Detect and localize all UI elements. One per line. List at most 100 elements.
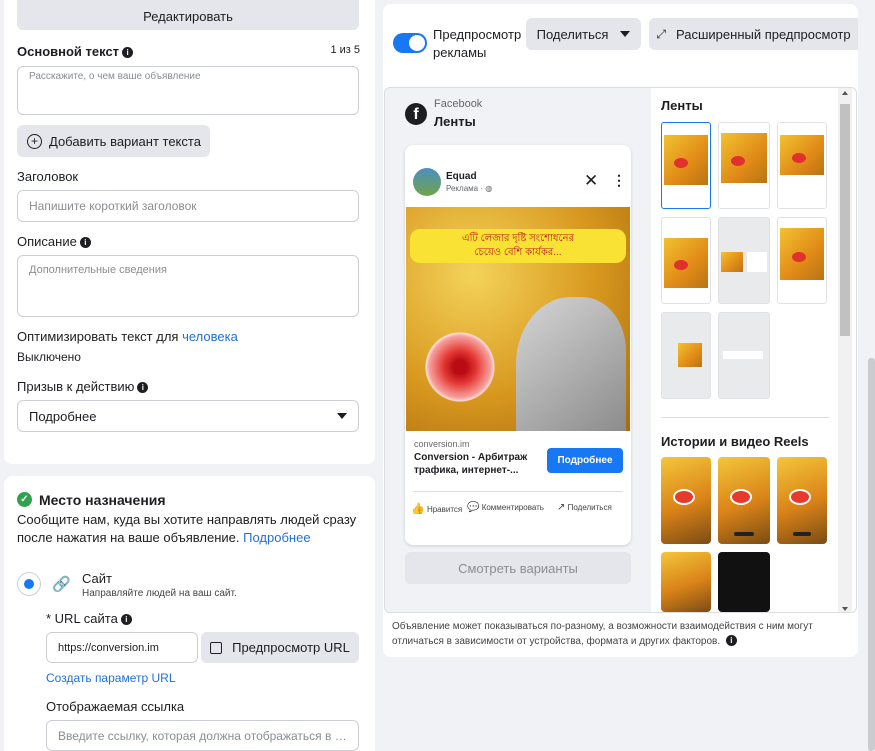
like-action[interactable]: 👍 Нравится — [411, 502, 462, 515]
headline-placeholder: Напишите короткий заголовок — [29, 199, 197, 213]
plus-circle-icon: + — [27, 133, 42, 149]
display-link-label: Отображаемая ссылка — [46, 699, 185, 714]
avatar — [413, 168, 441, 196]
scroll-down-icon[interactable] — [842, 607, 848, 611]
check-circle-icon: ✓ — [17, 492, 32, 507]
url-input[interactable]: https://conversion.im — [46, 632, 198, 663]
display-link-placeholder: Введите ссылку, которая должна отображат… — [58, 728, 347, 743]
share-action-label: Поделиться — [567, 503, 612, 512]
comment-label: Комментировать — [481, 503, 544, 512]
ad-creative-card: Редактировать Основной текст i 1 из 5 Рас… — [4, 0, 375, 464]
preview-url-label: Предпросмотр URL — [232, 640, 350, 655]
facebook-icon: f — [405, 103, 427, 125]
primary-text-field[interactable]: Расскажите, о чем ваше объявление — [17, 66, 359, 115]
advanced-preview-label: Расширенный предпросмотр — [676, 26, 851, 42]
info-icon: i — [79, 237, 91, 248]
caret-down-icon — [337, 413, 347, 419]
page-scrollbar[interactable] — [868, 358, 875, 751]
advanced-preview-button[interactable]: ⤢ Расширенный предпросмотр — [649, 18, 858, 50]
website-radio[interactable] — [17, 572, 41, 596]
preview-card: Предпросмотр рекламы Поделиться ⤢ Расшир… — [383, 4, 858, 657]
ad-eye-graphic — [420, 327, 500, 407]
placement-thumb[interactable] — [718, 122, 770, 209]
preview-toggle[interactable] — [393, 33, 427, 53]
website-option-title: Сайт — [82, 571, 112, 586]
see-variants-button[interactable]: Смотреть варианты — [405, 552, 631, 584]
globe-icon: ◍ — [485, 184, 493, 193]
destination-title: Место назначения — [39, 492, 166, 508]
website-option-sub: Направляйте людей на ваш сайт. — [82, 588, 237, 599]
optimize-status: Выключено — [17, 350, 81, 364]
share-icon: ↗ — [557, 502, 566, 513]
like-label: Нравится — [426, 505, 463, 514]
url-value: https://conversion.im — [58, 641, 159, 654]
platform-name: Facebook — [434, 98, 483, 110]
ad-cta-label: Подробнее — [557, 455, 613, 466]
info-icon: i — [725, 635, 737, 646]
destination-card: ✓ Место назначения Сообщите нам, куда вы… — [4, 476, 375, 751]
placement-thumb[interactable] — [777, 122, 827, 209]
add-variant-label: Добавить вариант текста — [49, 133, 201, 149]
placement-thumb[interactable] — [718, 312, 770, 399]
url-label: * URL сайта i — [46, 611, 132, 626]
ad-page-name: Equad — [446, 171, 477, 182]
scrollbar[interactable] — [838, 88, 852, 612]
ad-sponsored: Реклама · ◍ — [446, 184, 493, 193]
description-label: Описание i — [17, 234, 91, 249]
primary-text-placeholder: Расскажите, о чем ваше объявление — [29, 71, 201, 82]
placement-thumb[interactable] — [661, 122, 711, 209]
info-icon: i — [137, 382, 149, 393]
optimize-text-label: Оптимизировать текст для человека — [17, 329, 238, 344]
placements-panel: Ленты Истории и видео Reels — [651, 88, 856, 612]
stories-title: Истории и видео Reels — [661, 434, 809, 449]
ad-image: এটি লেজার দৃষ্টি সংশোধনের চেয়েও বেশি কা… — [406, 207, 630, 431]
ad-cta-button[interactable]: Подробнее — [547, 448, 623, 473]
description-placeholder: Дополнительные сведения — [29, 264, 167, 276]
display-link-input[interactable]: Введите ссылку, которая должна отображат… — [46, 720, 359, 751]
edit-button-label: Редактировать — [143, 8, 233, 24]
expand-icon: ⤢ — [656, 26, 667, 41]
comment-action[interactable]: 💬 Комментировать — [467, 502, 544, 513]
cta-select[interactable]: Подробнее — [17, 400, 359, 432]
story-thumb[interactable] — [777, 457, 827, 544]
comment-icon: 💬 — [467, 502, 480, 513]
create-url-param-link[interactable]: Создать параметр URL — [46, 671, 176, 685]
story-thumb[interactable] — [661, 552, 711, 612]
add-text-variant-button[interactable]: + Добавить вариант текста — [17, 125, 210, 157]
share-dropdown-button[interactable]: Поделиться — [526, 18, 641, 50]
headline-input[interactable]: Напишите короткий заголовок — [17, 190, 359, 222]
preview-toggle-label: Предпросмотр рекламы — [433, 27, 522, 60]
share-label: Поделиться — [536, 26, 609, 42]
placement-thumb[interactable] — [718, 217, 770, 304]
see-variants-label: Смотреть варианты — [458, 560, 578, 576]
placement-thumb[interactable] — [661, 312, 711, 399]
ad-title: Conversion - Арбитраж трафика, интернет-… — [414, 452, 528, 476]
share-action[interactable]: ↗ Поделиться — [557, 502, 612, 513]
info-icon: i — [122, 47, 134, 58]
cta-label: Призыв к действию i — [17, 379, 149, 394]
scrollbar-thumb[interactable] — [840, 104, 850, 336]
divider — [661, 417, 829, 418]
close-icon[interactable]: ✕ — [584, 172, 598, 189]
primary-text-label: Основной текст i — [17, 44, 134, 59]
story-thumb[interactable] — [718, 457, 770, 544]
ad-banner: এটি লেজার দৃষ্টি সংশোধনের চেয়েও বেশি কা… — [410, 229, 626, 263]
preview-url-button[interactable]: Предпросмотр URL — [201, 632, 359, 663]
info-icon: i — [120, 614, 132, 625]
placement-thumb[interactable] — [661, 217, 711, 304]
placement-name: Ленты — [434, 114, 476, 129]
ad-domain: conversion.im — [414, 439, 470, 449]
optimize-person-link[interactable]: человека — [182, 329, 238, 344]
more-options-icon[interactable]: ⋮ — [612, 172, 626, 188]
description-field[interactable]: Дополнительные сведения — [17, 255, 359, 317]
cta-value: Подробнее — [29, 408, 97, 424]
headline-label: Заголовок — [17, 169, 79, 184]
placement-thumb[interactable] — [777, 217, 827, 304]
link-icon: 🔗 — [52, 576, 71, 593]
ad-banner-line-1: এটি লেজার দৃষ্টি সংশোধনের — [461, 233, 575, 244]
scroll-up-icon[interactable] — [842, 91, 848, 95]
edit-button[interactable]: Редактировать — [17, 0, 359, 30]
learn-more-link[interactable]: Подробнее — [243, 530, 310, 545]
story-thumb[interactable] — [661, 457, 711, 544]
story-thumb[interactable] — [718, 552, 770, 612]
